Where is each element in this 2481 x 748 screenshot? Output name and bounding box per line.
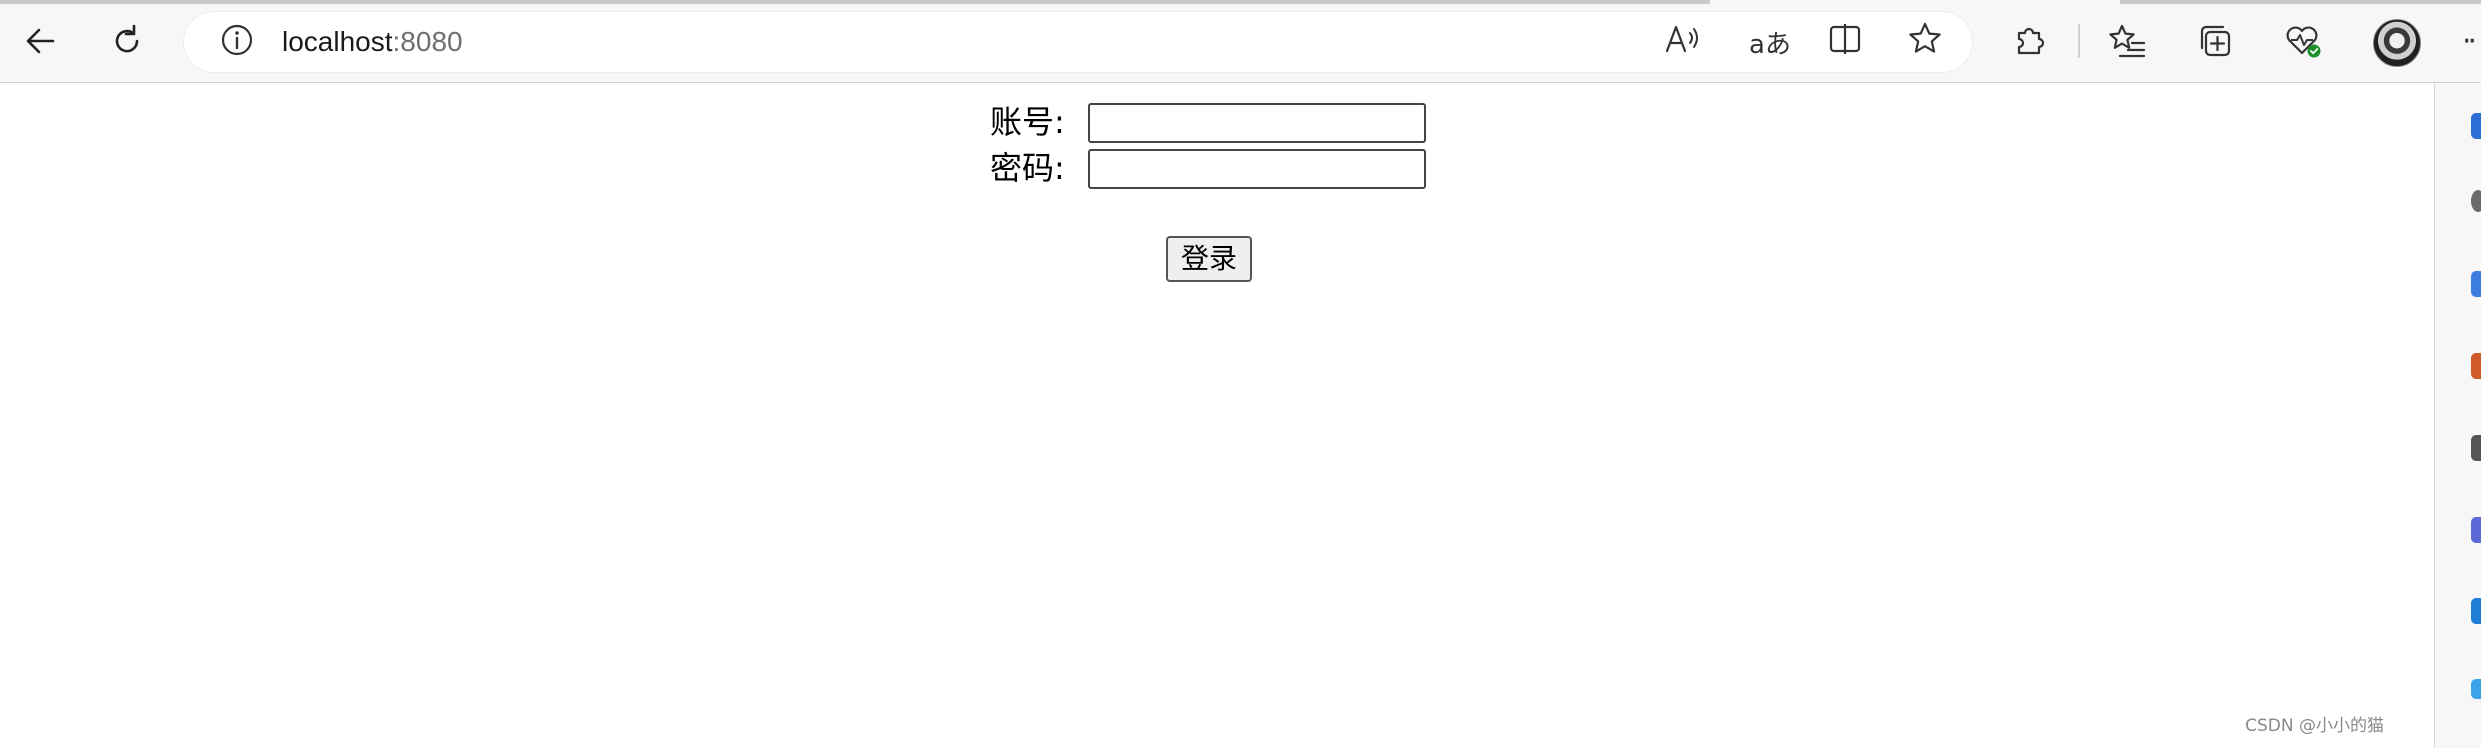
sidebar-outlook-icon[interactable] xyxy=(2471,598,2481,624)
site-info-button[interactable] xyxy=(218,23,256,61)
add-favorite-button[interactable] xyxy=(1904,21,1946,64)
sidebar-games-icon[interactable] xyxy=(2471,435,2481,461)
login-button[interactable]: 登录 xyxy=(1166,236,1252,282)
collections-icon xyxy=(2197,23,2233,59)
collections-button[interactable] xyxy=(2186,12,2244,70)
refresh-button[interactable] xyxy=(98,12,156,70)
back-icon xyxy=(23,23,59,59)
browser-essentials-icon xyxy=(2284,23,2322,59)
split-screen-icon xyxy=(1828,22,1862,63)
split-screen-button[interactable] xyxy=(1824,23,1866,61)
browser-essentials-button[interactable] xyxy=(2274,12,2332,70)
info-icon xyxy=(220,23,254,61)
account-label: 账号: xyxy=(990,103,1065,141)
translate-button[interactable]: aあ xyxy=(1744,23,1796,61)
extensions-button[interactable] xyxy=(2000,12,2058,70)
page-content: 账号: 密码: 登录 CSDN @小小的猫 xyxy=(0,83,2434,748)
sidebar-discover-icon[interactable] xyxy=(2471,190,2481,212)
sidebar-shopping-icon[interactable] xyxy=(2471,353,2481,379)
back-button[interactable] xyxy=(12,12,70,70)
url-port: :8080 xyxy=(392,26,463,57)
sidebar-send-icon[interactable] xyxy=(2471,679,2481,699)
read-aloud-icon xyxy=(1663,21,1703,64)
refresh-icon xyxy=(109,23,145,59)
url-host: localhost xyxy=(282,26,393,57)
sidebar-tools-icon[interactable] xyxy=(2471,271,2481,297)
toolbar-separator xyxy=(2078,24,2080,58)
sidebar-search-icon[interactable] xyxy=(2471,113,2481,139)
watermark: CSDN @小小的猫 xyxy=(2245,716,2384,736)
sidebar-office-icon[interactable] xyxy=(2471,517,2481,543)
browser-toolbar: localhost:8080 aあ ·· xyxy=(0,0,2481,83)
address-bar[interactable]: localhost:8080 aあ xyxy=(184,12,1972,72)
extensions-icon xyxy=(2011,23,2047,59)
edge-sidebar xyxy=(2434,83,2481,748)
more-icon[interactable]: ·· xyxy=(2462,24,2477,59)
tab-strip-edge xyxy=(0,0,1710,4)
favorites-list-icon xyxy=(2108,23,2146,59)
favorite-star-icon xyxy=(1907,21,1943,64)
url-text[interactable]: localhost:8080 xyxy=(282,25,463,59)
read-aloud-button[interactable] xyxy=(1662,23,1704,61)
profile-avatar[interactable] xyxy=(2373,19,2421,67)
account-input[interactable] xyxy=(1088,103,1426,143)
tab-strip-edge xyxy=(2120,0,2481,4)
translate-icon: aあ xyxy=(1749,29,1791,60)
password-input[interactable] xyxy=(1088,149,1426,189)
favorites-button[interactable] xyxy=(2098,12,2156,70)
password-label: 密码: xyxy=(990,149,1065,187)
